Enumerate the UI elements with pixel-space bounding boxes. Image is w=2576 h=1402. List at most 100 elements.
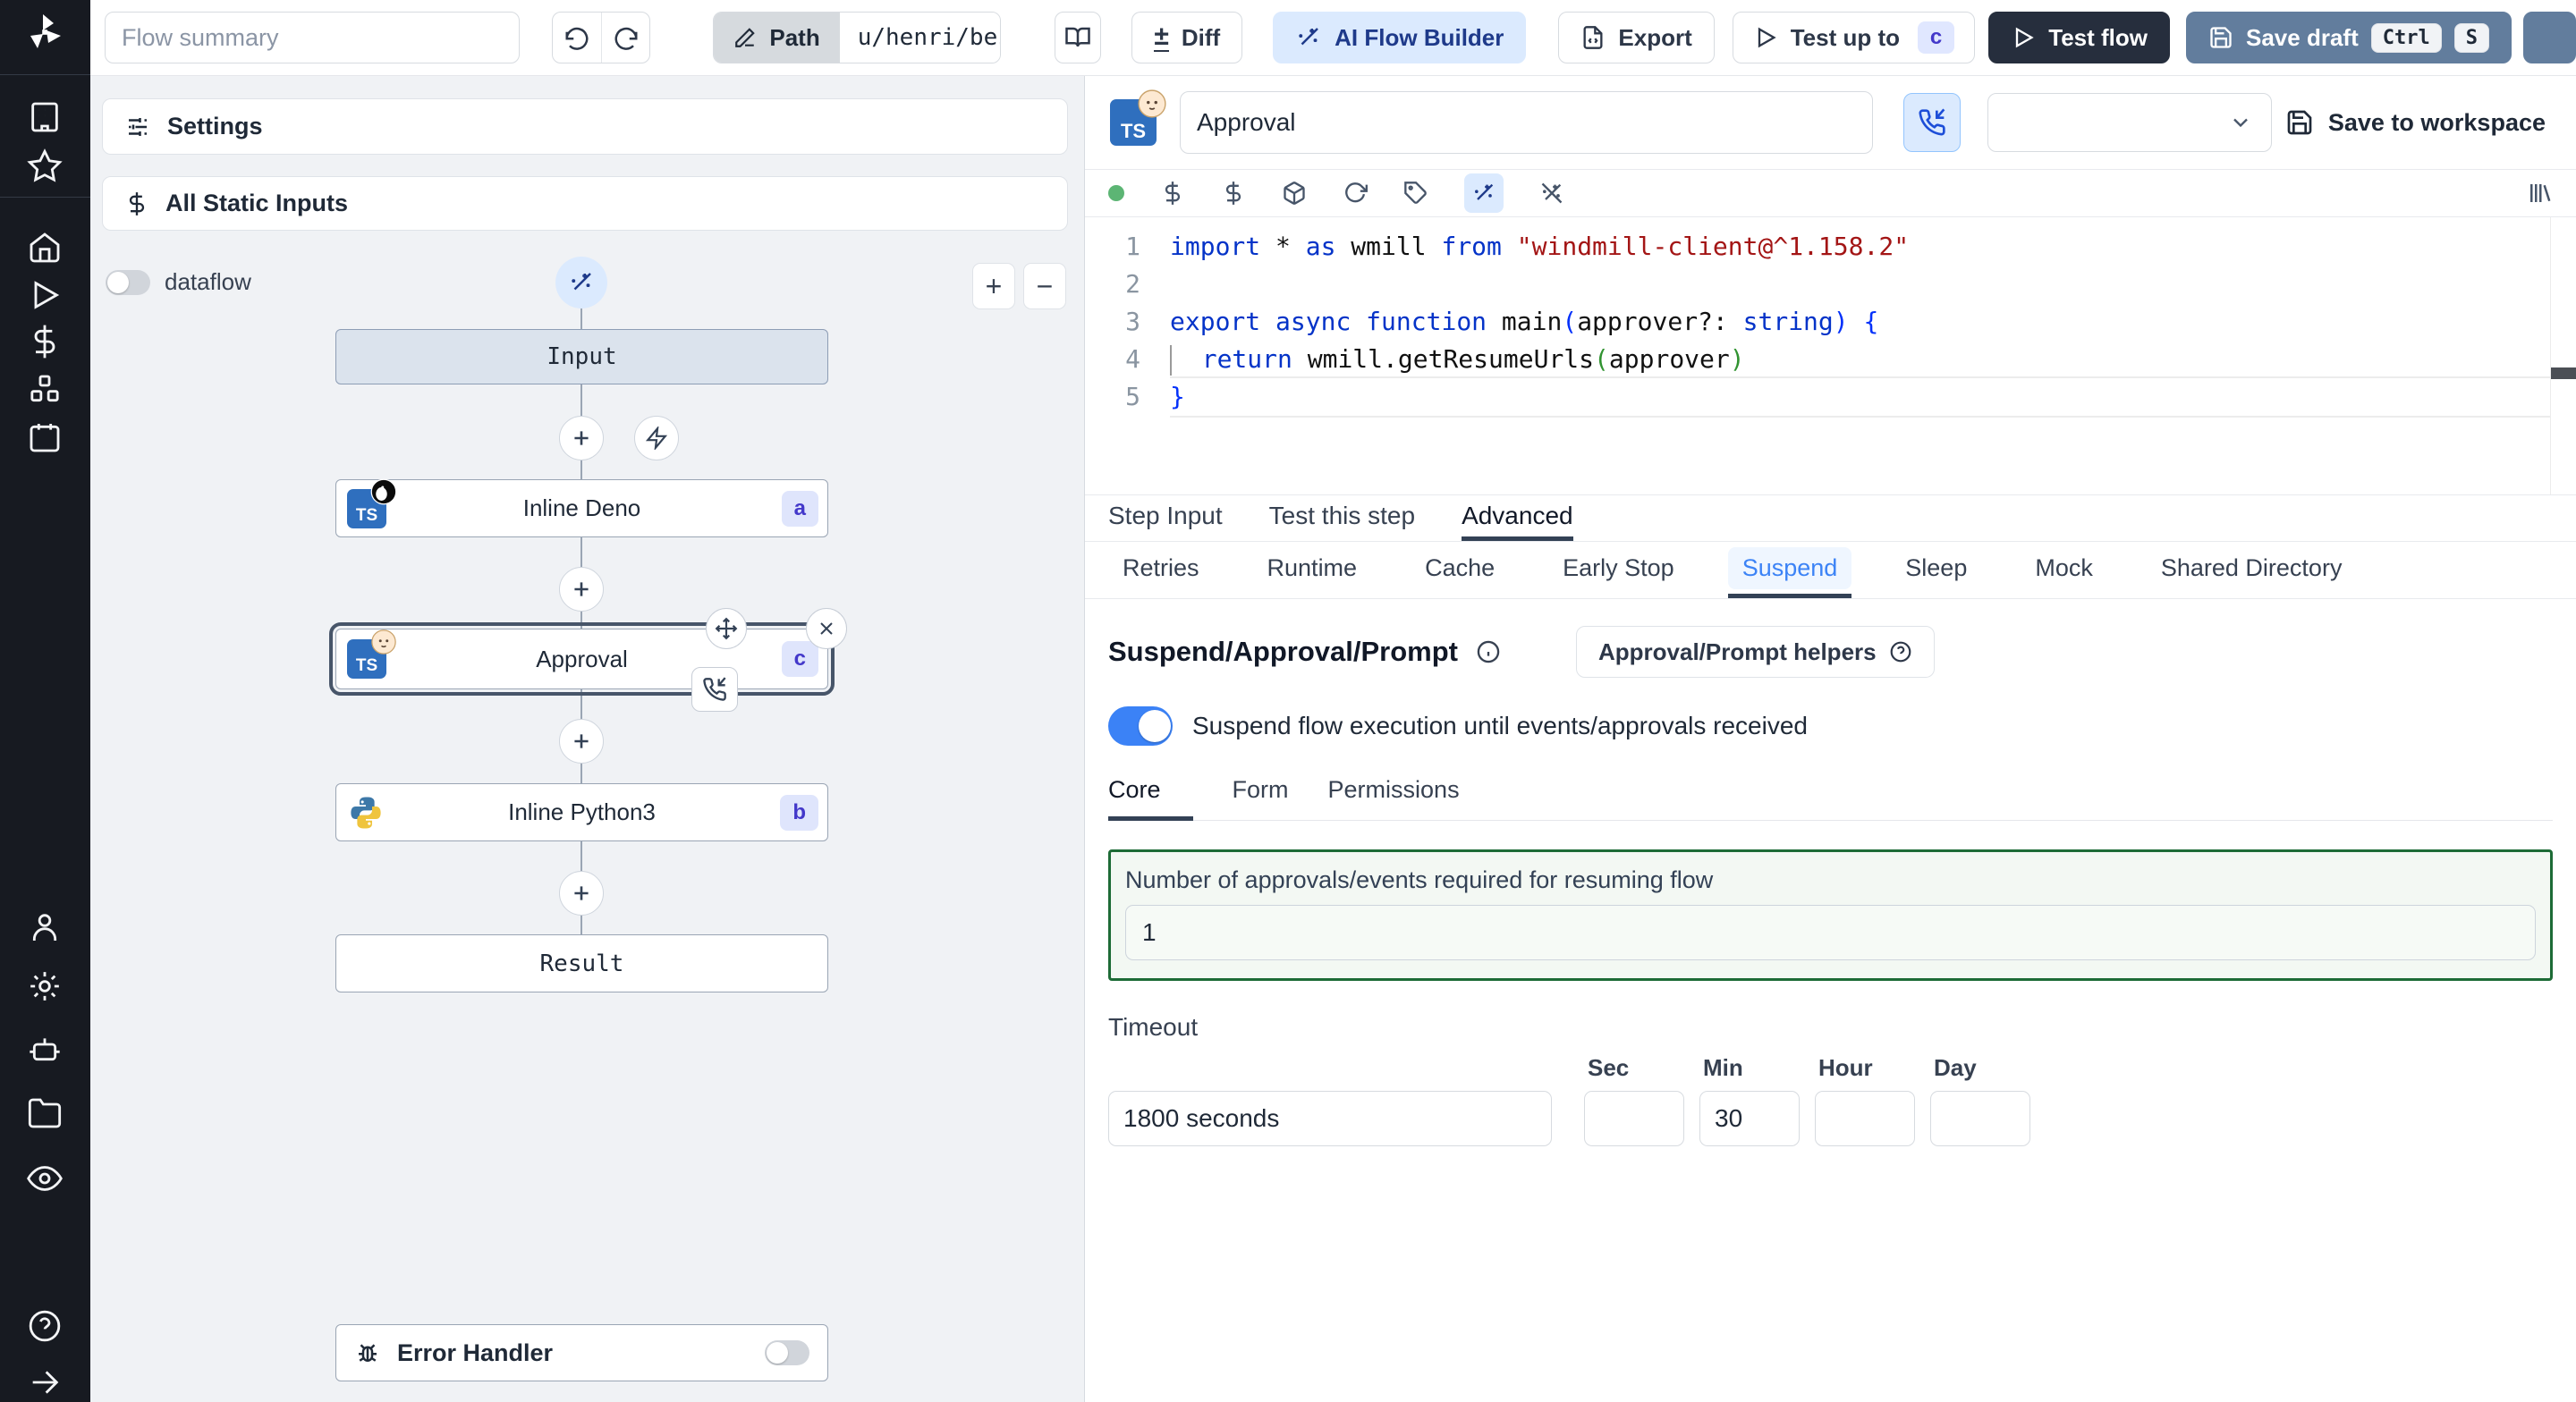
all-static-inputs-card[interactable]: All Static Inputs: [102, 176, 1068, 231]
flow-node-inline-python[interactable]: Inline Python3 b: [335, 783, 828, 841]
code-editor[interactable]: 12345 import * as wmill from "windmill-c…: [1085, 216, 2576, 495]
advanced-subtabs: Retries Runtime Cache Early Stop Suspend…: [1085, 542, 2576, 599]
move-icon: [715, 617, 738, 640]
subtab-permissions[interactable]: Permissions: [1328, 776, 1460, 821]
dataflow-toggle[interactable]: [106, 269, 150, 295]
timeout-min-input[interactable]: [1699, 1091, 1800, 1146]
tag-icon[interactable]: [1403, 181, 1428, 206]
tab-advanced[interactable]: Advanced: [1462, 495, 1573, 541]
favorites-star-icon[interactable]: [27, 148, 63, 184]
zoom-out-button[interactable]: −: [1023, 263, 1066, 309]
workspace-building-icon[interactable]: [27, 99, 63, 135]
timeout-summary-input[interactable]: [1108, 1091, 1552, 1146]
suspend-phone-button[interactable]: [1903, 93, 1961, 152]
diff-button[interactable]: ± Diff: [1131, 12, 1243, 63]
user-icon[interactable]: [27, 909, 63, 945]
flow-summary-input[interactable]: [105, 12, 520, 63]
editor-scrollbar-thumb[interactable]: [2551, 367, 2576, 379]
package-icon[interactable]: [1282, 181, 1307, 206]
typescript-icon: TS: [347, 629, 396, 679]
delete-step-button[interactable]: [806, 608, 847, 649]
subtab-shared-directory[interactable]: Shared Directory: [2147, 542, 2357, 598]
ai-graph-wand-button[interactable]: [555, 257, 607, 308]
tab-step-input[interactable]: Step Input: [1108, 495, 1223, 541]
typescript-icon: TS: [1110, 89, 1166, 146]
add-step-button[interactable]: [559, 719, 604, 764]
path-button[interactable]: Path: [714, 13, 840, 63]
deploy-button-partial[interactable]: [2522, 12, 2576, 63]
day-label: Day: [1934, 1054, 1977, 1081]
resources-dollar-icon[interactable]: [1221, 181, 1246, 206]
test-up-to-button[interactable]: Test up to c: [1732, 12, 1976, 63]
ai-wand-off-icon[interactable]: [1539, 181, 1564, 206]
windmill-logo-icon[interactable]: [23, 11, 66, 54]
suspend-toggle[interactable]: [1108, 706, 1173, 746]
workspace-script-select[interactable]: [1987, 93, 2272, 152]
subtab-sleep[interactable]: Sleep: [1891, 542, 1981, 598]
timeout-day-input[interactable]: [1930, 1091, 2030, 1146]
runs-play-icon[interactable]: [27, 277, 63, 313]
subtab-suspend[interactable]: Suspend: [1727, 542, 1852, 598]
save-to-workspace-button[interactable]: Save to workspace: [2285, 108, 2546, 137]
subtab-retries[interactable]: Retries: [1108, 542, 1214, 598]
flow-node-approval-selected[interactable]: TS Approval c: [329, 608, 847, 712]
add-trigger-bolt-button[interactable]: [634, 416, 679, 460]
add-step-button[interactable]: [559, 871, 604, 916]
ai-generate-wand-icon[interactable]: [1464, 173, 1504, 213]
timeout-sec-input[interactable]: [1584, 1091, 1684, 1146]
move-step-button[interactable]: [706, 608, 747, 649]
variables-dollar-icon[interactable]: [1160, 181, 1185, 206]
reload-icon[interactable]: [1343, 181, 1368, 206]
flow-node-inline-deno[interactable]: TS Inline Deno a: [335, 478, 828, 537]
suspend-settings-section: Suspend/Approval/Prompt Approval/Prompt …: [1085, 599, 2576, 1402]
step-tabs: Step Input Test this step Advanced: [1085, 495, 2576, 542]
test-flow-button[interactable]: Test flow: [1988, 12, 2170, 63]
variables-dollar-icon[interactable]: [27, 324, 63, 359]
subtab-early-stop[interactable]: Early Stop: [1548, 542, 1689, 598]
error-handler-toggle[interactable]: [765, 1340, 809, 1365]
info-icon[interactable]: [1476, 639, 1501, 664]
step-header: TS Save to workspace: [1085, 76, 2576, 170]
step-name-input[interactable]: [1180, 91, 1873, 154]
add-step-button[interactable]: [559, 416, 604, 460]
subtab-form[interactable]: Form: [1233, 776, 1289, 821]
python-icon: [347, 794, 385, 832]
subtab-core[interactable]: Core: [1108, 776, 1193, 821]
diff-icon: ±: [1154, 21, 1169, 52]
audit-eye-icon[interactable]: [27, 1161, 63, 1196]
workers-robot-icon[interactable]: [27, 1031, 63, 1067]
subtab-mock[interactable]: Mock: [2021, 542, 2107, 598]
save-draft-button[interactable]: Save draft Ctrl S: [2186, 12, 2512, 63]
home-icon[interactable]: [27, 230, 63, 266]
error-handler-card[interactable]: Error Handler: [335, 1324, 828, 1381]
path-value[interactable]: u/henri/bes: [839, 13, 1000, 63]
play-icon: [2011, 25, 2036, 50]
resources-boxes-icon[interactable]: [27, 372, 63, 408]
tab-test-this-step[interactable]: Test this step: [1269, 495, 1415, 541]
editor-code[interactable]: import * as wmill from "windmill-client@…: [1170, 228, 2551, 418]
editor-toolbar: [1085, 170, 2576, 216]
zoom-in-button[interactable]: +: [972, 263, 1015, 309]
timeout-label: Timeout: [1108, 1013, 1199, 1041]
subtab-runtime[interactable]: Runtime: [1253, 542, 1372, 598]
settings-gear-icon[interactable]: [27, 968, 63, 1004]
add-step-button[interactable]: [559, 567, 604, 612]
subtab-cache[interactable]: Cache: [1411, 542, 1509, 598]
help-icon[interactable]: [27, 1308, 63, 1344]
flow-node-result[interactable]: Result: [335, 934, 828, 992]
flow-node-input[interactable]: Input: [335, 329, 828, 384]
flow-settings-card[interactable]: Settings: [102, 98, 1068, 155]
approval-prompt-helpers-button[interactable]: Approval/Prompt helpers: [1575, 626, 1935, 678]
library-icon[interactable]: [2526, 180, 2553, 207]
required-approvals-input[interactable]: [1125, 905, 2536, 960]
folders-icon[interactable]: [27, 1095, 63, 1131]
undo-button[interactable]: [553, 13, 601, 63]
schedules-calendar-icon[interactable]: [27, 419, 63, 455]
timeout-hour-input[interactable]: [1815, 1091, 1915, 1146]
export-button[interactable]: Export: [1558, 12, 1715, 63]
collapse-arrow-icon[interactable]: [27, 1364, 63, 1400]
ai-flow-builder-button[interactable]: AI Flow Builder: [1273, 12, 1527, 63]
path-group: Path u/henri/bes: [713, 12, 1001, 63]
redo-button[interactable]: [600, 13, 649, 63]
docs-book-button[interactable]: [1054, 12, 1102, 63]
